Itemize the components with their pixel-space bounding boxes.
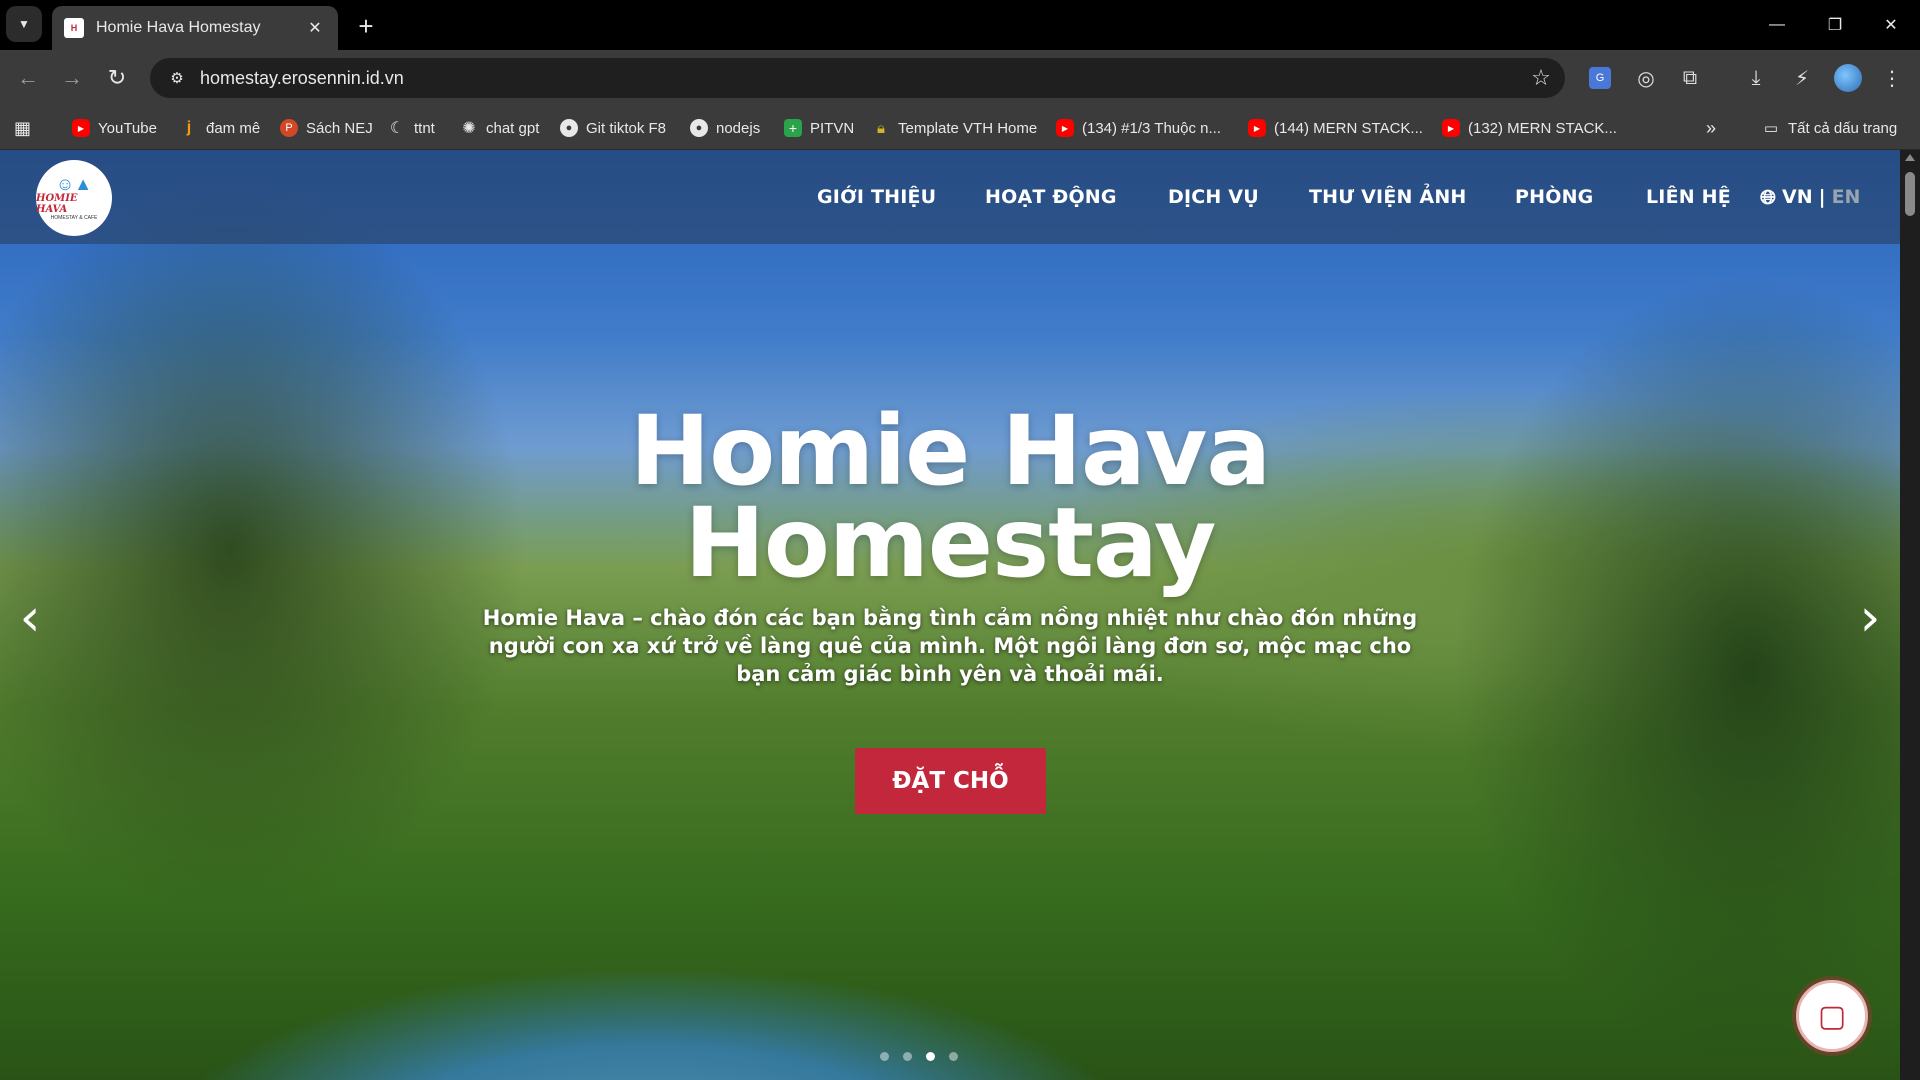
bookmarks-bar: ▦ ▶ YouTube j đam mê P Sách NEJ ☾ ttnt ✺… (0, 106, 1920, 150)
close-tab-icon[interactable]: ✕ (304, 17, 326, 39)
language-switcher: 🌐︎ VN | EN (1760, 150, 1860, 244)
nav-hoat-dong[interactable]: HOẠT ĐỘNG (985, 150, 1117, 244)
youtube-icon: ▶ (1056, 119, 1074, 137)
bookmark-item[interactable]: ● nodejs (690, 106, 760, 150)
carousel-dot[interactable] (926, 1052, 935, 1061)
bookmark-label: YouTube (98, 119, 157, 137)
back-arrow-icon[interactable]: ← (10, 60, 46, 96)
bookmark-label: (134) #1/3 Thuộc n... (1082, 119, 1221, 137)
bookmark-label: Sách NEJ (306, 119, 373, 137)
bookmark-star-icon[interactable]: ☆ (1523, 60, 1559, 96)
translate-icon[interactable]: G (1584, 62, 1616, 94)
profile-avatar[interactable] (1834, 64, 1862, 92)
url-text[interactable]: homestay.erosennin.id.vn (200, 68, 1523, 89)
lang-vn[interactable]: VN (1782, 186, 1813, 208)
compass-icon[interactable]: ◎ (1630, 62, 1662, 94)
hero-description: Homie Hava – chào đón các bạn bằng tình … (482, 606, 1418, 686)
moon-icon: ☾ (389, 120, 405, 137)
carousel-next-arrow-icon[interactable]: › (1850, 588, 1890, 648)
bookmark-item[interactable]: + PITVN (784, 106, 854, 150)
bookmark-label: chat gpt (486, 119, 540, 137)
openai-icon: ✺ (462, 120, 476, 137)
scroll-thumb[interactable] (1905, 172, 1915, 216)
nav-lien-he[interactable]: LIÊN HỆ (1646, 150, 1731, 244)
bookmark-label: ttnt (414, 119, 435, 137)
bookmark-item[interactable]: ▶ (144) MERN STACK... (1248, 106, 1423, 150)
forward-arrow-icon[interactable]: → (54, 60, 90, 96)
chat-bubble-icon[interactable]: ▢ (1796, 980, 1868, 1052)
close-window-button[interactable]: ✕ (1862, 0, 1920, 50)
bookmark-item[interactable]: 🔒︎ Template VTH Home (872, 106, 1037, 150)
all-bookmarks-label: Tất cả dấu trang (1788, 119, 1898, 137)
lang-en[interactable]: EN (1832, 186, 1861, 208)
menu-kebab-icon[interactable]: ⋮ (1876, 62, 1908, 94)
youtube-icon: ▶ (1248, 119, 1266, 137)
nav-gioi-thieu[interactable]: GIỚI THIỆU (817, 150, 936, 244)
lang-separator: | (1818, 186, 1826, 208)
j-icon: j (186, 119, 192, 136)
scroll-up-arrow-icon[interactable] (1905, 154, 1915, 161)
bookmark-item[interactable]: P Sách NEJ (280, 106, 373, 150)
github-icon: ● (690, 119, 708, 137)
folder-icon: ▭ (1763, 120, 1779, 137)
bookmark-item[interactable]: ▶ YouTube (72, 106, 157, 150)
web-page: ☺▲ HOMIE HAVA HOMESTAY & CAFE GIỚI THIỆU… (0, 150, 1920, 1080)
bookmark-item[interactable]: ● Git tiktok F8 (560, 106, 666, 150)
site-logo[interactable]: ☺▲ HOMIE HAVA HOMESTAY & CAFE (36, 160, 112, 236)
minimize-button[interactable]: — (1748, 0, 1806, 50)
carousel-dot[interactable] (880, 1052, 889, 1061)
chevron-down-icon: ▼ (18, 17, 30, 31)
plus-icon: + (784, 119, 802, 137)
performance-icon[interactable]: ⚡ (1786, 62, 1818, 94)
carousel-prev-arrow-icon[interactable]: ‹ (10, 588, 50, 648)
nav-phong[interactable]: PHÒNG (1515, 150, 1593, 244)
bookmark-item[interactable]: ▶ (134) #1/3 Thuộc n... (1056, 106, 1221, 150)
new-tab-button[interactable]: + (350, 10, 382, 42)
reload-icon[interactable]: ↻ (99, 60, 135, 96)
browser-tab-active[interactable]: H Homie Hava Homestay ✕ (52, 6, 338, 50)
bookmark-label: (144) MERN STACK... (1274, 119, 1423, 137)
page-scrollbar[interactable] (1900, 150, 1920, 1080)
lock-icon: 🔒︎ (877, 119, 885, 137)
book-now-button[interactable]: ĐẶT CHỖ (855, 748, 1046, 814)
site-header: ☺▲ HOMIE HAVA HOMESTAY & CAFE GIỚI THIỆU… (0, 150, 1900, 244)
bookmark-item[interactable]: ✺ chat gpt (460, 106, 539, 150)
bookmark-label: đam mê (206, 119, 261, 137)
logo-subtitle: HOMESTAY & CAFE (50, 215, 98, 221)
bookmarks-overflow-button[interactable]: » (1706, 106, 1716, 150)
mountain-smiley-icon: ☺▲ (55, 174, 93, 194)
site-favicon-icon: H (64, 18, 84, 38)
all-bookmarks-button[interactable]: ▭ Tất cả dấu trang (1762, 106, 1897, 150)
bookmark-label: nodejs (716, 119, 761, 137)
tab-search-button[interactable]: ▼ (6, 6, 42, 42)
powerpoint-icon: P (280, 119, 298, 137)
apps-grid-icon[interactable]: ▦ (14, 106, 31, 150)
bookmark-label: (132) MERN STACK... (1468, 119, 1617, 137)
restore-button[interactable]: ❐ (1806, 0, 1864, 50)
tab-title: Homie Hava Homestay (96, 19, 261, 36)
bookmark-label: Template VTH Home (898, 119, 1038, 137)
bookmark-label: Git tiktok F8 (586, 119, 667, 137)
nav-thu-vien-anh[interactable]: THƯ VIỆN ẢNH (1309, 150, 1467, 244)
youtube-icon: ▶ (1442, 119, 1460, 137)
browser-tabstrip: ▼ H Homie Hava Homestay ✕ + — ❐ ✕ (0, 0, 1920, 50)
bookmark-item[interactable]: ▶ (132) MERN STACK... (1442, 106, 1617, 150)
carousel-indicators (880, 1052, 958, 1061)
extensions-puzzle-icon[interactable]: ⧉ (1674, 62, 1706, 94)
bookmark-item[interactable]: j đam mê (180, 106, 260, 150)
browser-toolbar: ← → ↻ ⚙ homestay.erosennin.id.vn ☆ G ◎ ⧉… (0, 50, 1920, 106)
bookmark-item[interactable]: ☾ ttnt (388, 106, 435, 150)
nav-dich-vu[interactable]: DỊCH VỤ (1168, 150, 1259, 244)
youtube-icon: ▶ (72, 119, 90, 137)
download-icon[interactable]: ⤓ (1740, 62, 1772, 94)
globe-icon: 🌐︎ (1760, 185, 1776, 209)
hero-title: Homie Hava Homestay (629, 395, 1271, 599)
carousel-dot[interactable] (903, 1052, 912, 1061)
address-bar[interactable]: ⚙ homestay.erosennin.id.vn ☆ (150, 58, 1565, 98)
carousel-dot[interactable] (949, 1052, 958, 1061)
github-icon: ● (560, 119, 578, 137)
site-info-icon[interactable]: ⚙ (164, 65, 190, 91)
bookmark-label: PITVN (810, 119, 855, 137)
logo-name: HOMIE HAVA (36, 193, 78, 215)
